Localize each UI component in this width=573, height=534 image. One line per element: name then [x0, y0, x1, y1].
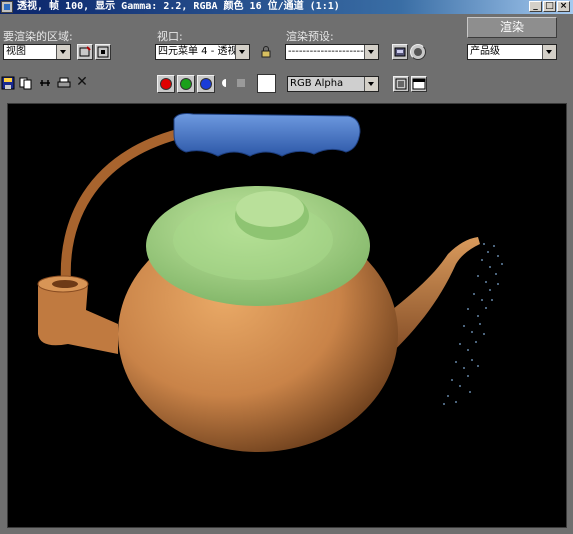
environment-button[interactable] — [410, 44, 426, 60]
lock-icon-glyph — [261, 46, 271, 58]
auto-region-button[interactable] — [95, 44, 111, 60]
quality-dropdown-value: 产品级 — [470, 46, 500, 57]
red-circle-icon — [160, 78, 172, 90]
app-icon — [1, 1, 13, 13]
area-label: 要渲染的区域: — [3, 30, 73, 43]
render-button[interactable]: 渲染 — [467, 17, 557, 38]
minimize-button[interactable]: _ — [529, 1, 542, 12]
chevron-down-icon — [364, 45, 378, 59]
copy-icon[interactable] — [19, 76, 33, 93]
color-swatch[interactable] — [257, 74, 276, 93]
frame-buffer-button[interactable] — [411, 76, 427, 92]
viewport-dropdown-value: 四元菜单 4 - 透视 — [158, 46, 238, 57]
preset-save-icon — [394, 47, 406, 57]
rendered-teapot-image — [37, 113, 503, 452]
area-dropdown[interactable]: 视图 — [3, 44, 71, 60]
monochrome-icon[interactable] — [234, 76, 248, 93]
render-viewport[interactable] — [7, 103, 567, 528]
preset-dropdown[interactable]: ------------------------- — [285, 44, 379, 60]
green-channel-button[interactable] — [177, 75, 195, 93]
green-circle-icon — [180, 78, 192, 90]
gray-square-icon — [237, 79, 245, 87]
clear-icon[interactable]: ✕ — [75, 75, 89, 89]
edit-region-button[interactable] — [77, 44, 93, 60]
area-dropdown-value: 视图 — [6, 46, 26, 57]
display-toggle-button[interactable] — [393, 76, 409, 92]
print-icon[interactable] — [57, 76, 71, 93]
chevron-down-icon — [542, 45, 556, 59]
chevron-down-icon — [56, 45, 70, 59]
clone-icon[interactable] — [38, 76, 52, 93]
save-icon[interactable] — [1, 76, 15, 93]
clone-icon-glyph — [40, 80, 50, 86]
blue-circle-icon — [200, 78, 212, 90]
teapot-icon — [414, 48, 422, 56]
edit-region-icon — [79, 46, 91, 57]
red-channel-button[interactable] — [157, 75, 175, 93]
blue-channel-button[interactable] — [197, 75, 215, 93]
quality-dropdown[interactable]: 产品级 — [467, 44, 557, 60]
preset-label: 渲染预设: — [286, 30, 334, 43]
chevron-down-icon — [235, 45, 249, 59]
maximize-button[interactable]: □ — [543, 1, 556, 12]
viewport-label: 视口: — [157, 30, 183, 43]
half-circle-icon — [222, 79, 226, 87]
copy-icon-glyph — [19, 77, 32, 90]
region-icon — [97, 46, 109, 58]
save-icon-glyph — [1, 76, 15, 90]
window-icon — [412, 78, 426, 90]
title-bar: 透视, 帧 100, 显示 Gamma: 2.2, RGBA 颜色 16 位/通… — [0, 0, 573, 14]
close-button[interactable]: × — [557, 1, 570, 12]
channel-dropdown-value: RGB Alpha — [290, 78, 344, 89]
frame-icon — [395, 78, 407, 90]
window-title: 透视, 帧 100, 显示 Gamma: 2.2, RGBA 颜色 16 位/通… — [17, 1, 340, 12]
preset-save-button[interactable] — [392, 44, 408, 60]
viewport-dropdown[interactable]: 四元菜单 4 - 透视 — [155, 44, 250, 60]
channel-dropdown[interactable]: RGB Alpha — [287, 76, 379, 92]
print-icon-glyph — [57, 77, 71, 88]
chevron-down-icon — [364, 77, 378, 91]
lock-icon[interactable] — [259, 45, 273, 61]
alpha-toggle-icon[interactable] — [217, 76, 231, 93]
